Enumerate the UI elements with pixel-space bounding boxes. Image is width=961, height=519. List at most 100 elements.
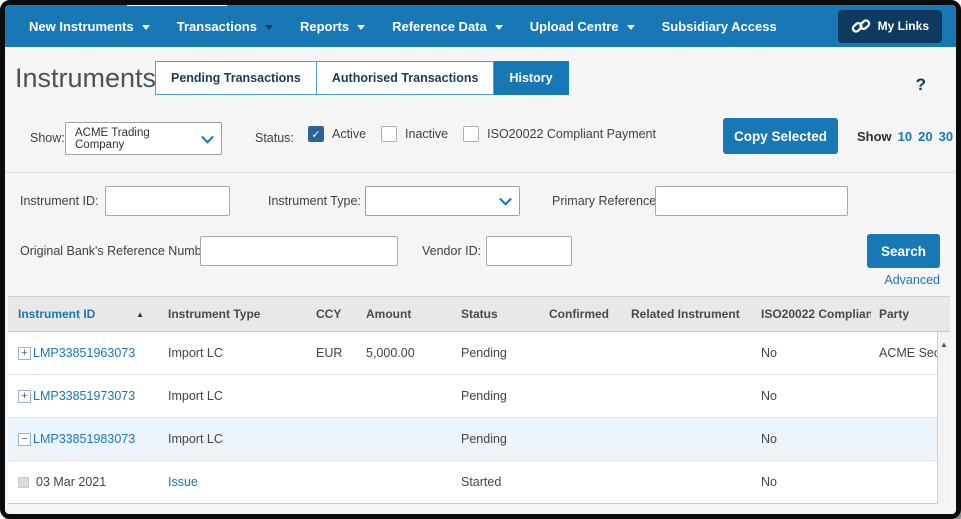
column-header-label: Instrument Type bbox=[168, 307, 260, 321]
cell-instrument-type: Import LC bbox=[160, 346, 308, 360]
column-header-ccy[interactable]: CCY bbox=[308, 307, 358, 321]
instrument-id-link[interactable]: LMP33851973073 bbox=[33, 389, 135, 403]
column-header-label: Confirmed bbox=[549, 307, 609, 321]
nav-item-new-instruments[interactable]: New Instruments bbox=[29, 19, 150, 34]
help-icon[interactable]: ? bbox=[916, 75, 926, 95]
column-header-instrument-id[interactable]: Instrument ID▲ bbox=[8, 307, 160, 321]
cell-iso20022-compliant: No bbox=[753, 432, 871, 446]
row-checkbox[interactable] bbox=[18, 477, 29, 488]
vendor-id-label: Vendor ID: bbox=[422, 244, 481, 258]
my-links-button[interactable]: My Links bbox=[838, 10, 942, 43]
cell-party: ACME Seco bbox=[871, 346, 937, 360]
unchecked-checkbox-icon[interactable] bbox=[463, 126, 479, 142]
company-select-value: ACME Trading Company bbox=[75, 127, 195, 151]
caret-down-icon bbox=[357, 25, 365, 30]
nav-item-subsidiary-access[interactable]: Subsidiary Access bbox=[662, 19, 777, 34]
original-bank-ref-label: Original Bank's Reference Number: bbox=[20, 244, 216, 258]
column-header-label: ISO20022 Compliant bbox=[761, 307, 871, 321]
results-table: Instrument ID▲ Instrument Type CCY Amount St… bbox=[8, 296, 950, 504]
expand-plus-icon[interactable]: + bbox=[18, 347, 31, 360]
checkbox-active[interactable]: ✓ Active bbox=[308, 126, 366, 142]
chevron-down-icon bbox=[499, 193, 512, 206]
column-header-related-instrument[interactable]: Related Instrument bbox=[623, 307, 753, 321]
page-size-options: 10 20 30 bbox=[898, 129, 953, 144]
instrument-id-label: Instrument ID: bbox=[20, 194, 99, 208]
column-header-label: Related Instrument bbox=[631, 307, 740, 321]
cell-status: Pending bbox=[453, 432, 541, 446]
company-select[interactable]: ACME Trading Company bbox=[65, 122, 222, 155]
show-label: Show: bbox=[30, 131, 65, 145]
vendor-id-input[interactable] bbox=[486, 236, 572, 266]
column-header-party[interactable]: Party bbox=[871, 307, 950, 321]
status-label: Status: bbox=[255, 131, 294, 145]
checkbox-inactive[interactable]: Inactive bbox=[381, 126, 448, 142]
collapse-minus-icon[interactable]: − bbox=[18, 433, 31, 446]
page-size-20[interactable]: 20 bbox=[918, 129, 932, 144]
column-header-label: CCY bbox=[316, 307, 341, 321]
cell-instrument-type: Issue bbox=[160, 475, 308, 489]
column-header-label: Amount bbox=[366, 307, 411, 321]
cell-iso20022-compliant: No bbox=[753, 346, 871, 360]
column-header-status[interactable]: Status bbox=[453, 307, 541, 321]
nav-item-upload-centre[interactable]: Upload Centre bbox=[530, 19, 635, 34]
search-button[interactable]: Search bbox=[867, 234, 940, 268]
transaction-action-link[interactable]: Issue bbox=[168, 475, 198, 489]
tab-history[interactable]: History bbox=[494, 61, 568, 95]
instrument-id-link[interactable]: LMP33851983073 bbox=[33, 432, 135, 446]
tab-bar: Pending TransactionsAuthorised Transacti… bbox=[155, 61, 569, 95]
tab-authorised-transactions[interactable]: Authorised Transactions bbox=[317, 61, 495, 95]
cell-instrument-type: Import LC bbox=[160, 432, 308, 446]
app-content: New Instruments Transactions Reports Refere… bbox=[5, 5, 956, 514]
advanced-link[interactable]: Advanced bbox=[884, 273, 940, 287]
transaction-date: 03 Mar 2021 bbox=[36, 475, 106, 489]
column-header-label: Status bbox=[461, 307, 498, 321]
column-header-instrument-type[interactable]: Instrument Type bbox=[160, 307, 308, 321]
instrument-type-text: Import LC bbox=[168, 389, 223, 403]
nav-item-label: New Instruments bbox=[29, 19, 134, 34]
page-size-30[interactable]: 30 bbox=[939, 129, 953, 144]
cell-iso20022-compliant: No bbox=[753, 389, 871, 403]
cell-instrument-type: Import LC bbox=[160, 389, 308, 403]
nav-item-reference-data[interactable]: Reference Data bbox=[392, 19, 503, 34]
instrument-type-text: Import LC bbox=[168, 346, 223, 360]
nav-item-reports[interactable]: Reports bbox=[300, 19, 365, 34]
nav-item-label: Subsidiary Access bbox=[662, 19, 777, 34]
nav-item-label: Transactions bbox=[177, 19, 257, 34]
instrument-id-link[interactable]: LMP33851963073 bbox=[33, 346, 135, 360]
status-checkbox-group: ✓ Active Inactive ISO20022 Compliant Paymen… bbox=[308, 126, 656, 142]
unchecked-checkbox-icon[interactable] bbox=[381, 126, 397, 142]
instrument-id-input[interactable] bbox=[105, 186, 230, 216]
nav-item-label: Reference Data bbox=[392, 19, 487, 34]
page-size-selector: Show 102030 bbox=[857, 129, 953, 144]
page-size-10[interactable]: 10 bbox=[898, 129, 912, 144]
cell-iso20022-compliant: No bbox=[753, 475, 871, 489]
copy-selected-button[interactable]: Copy Selected bbox=[723, 118, 838, 154]
expand-plus-icon[interactable]: + bbox=[18, 390, 31, 403]
column-header-confirmed[interactable]: Confirmed bbox=[541, 307, 623, 321]
original-bank-ref-input[interactable] bbox=[200, 236, 398, 266]
column-header-amount[interactable]: Amount bbox=[358, 307, 453, 321]
cell-status: Started bbox=[453, 475, 541, 489]
nav-item-transactions[interactable]: Transactions bbox=[177, 19, 273, 34]
nav-item-label: Reports bbox=[300, 19, 349, 34]
page-title: Instruments: bbox=[15, 63, 164, 94]
instrument-type-label: Instrument Type: bbox=[268, 194, 361, 208]
tab-pending-transactions[interactable]: Pending Transactions bbox=[155, 61, 317, 95]
instrument-type-select[interactable] bbox=[365, 186, 520, 216]
table-row: 03 Mar 2021 Issue Started No bbox=[8, 461, 937, 504]
table-body: +LMP33851963073Import LCEUR5,000.00Pendi… bbox=[8, 332, 937, 504]
table-row: +LMP33851963073Import LCEUR5,000.00Pendi… bbox=[8, 332, 937, 375]
checkbox-label: ISO20022 Compliant Payment bbox=[487, 127, 656, 141]
checkbox-label: Active bbox=[332, 127, 366, 141]
primary-reference-input[interactable] bbox=[655, 186, 848, 216]
checked-checkbox-icon[interactable]: ✓ bbox=[308, 126, 324, 142]
cell-instrument-id: −LMP33851983073 bbox=[8, 432, 160, 446]
instrument-type-text: Import LC bbox=[168, 432, 223, 446]
caret-down-icon bbox=[265, 25, 273, 30]
cell-amount: 5,000.00 bbox=[358, 346, 453, 360]
column-header-iso20022-compliant[interactable]: ISO20022 Compliant bbox=[753, 307, 871, 321]
checkbox-iso20022-compliant-payment[interactable]: ISO20022 Compliant Payment bbox=[463, 126, 656, 142]
table-scrollbar[interactable]: ▲ bbox=[937, 332, 950, 505]
primary-reference-label: Primary Reference: bbox=[552, 194, 660, 208]
checkbox-label: Inactive bbox=[405, 127, 448, 141]
